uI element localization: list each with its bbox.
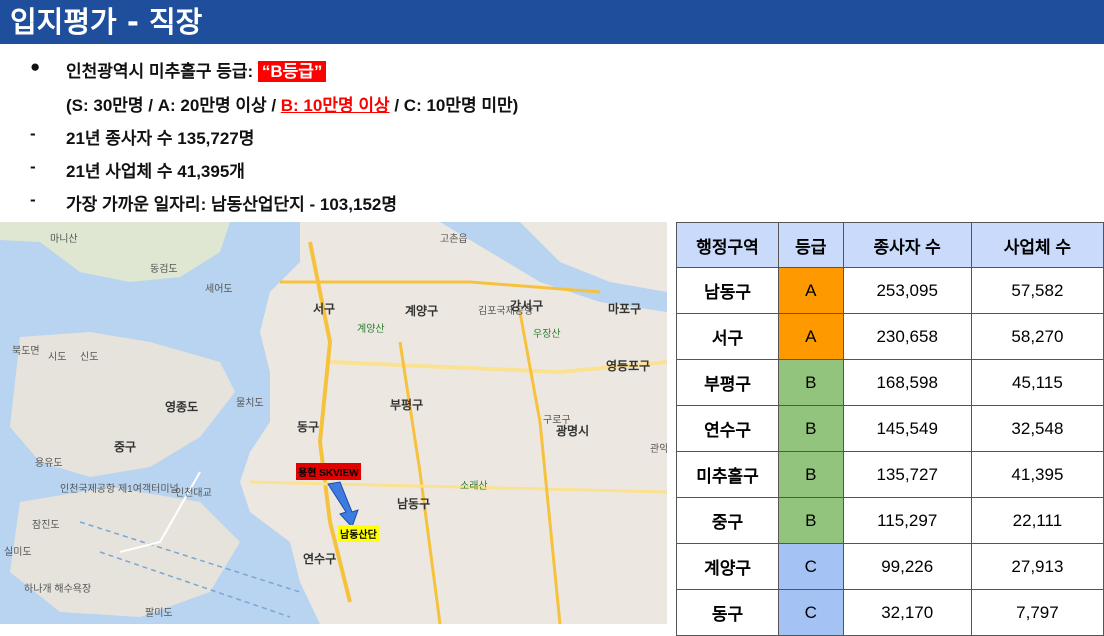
map-label: 영종도: [165, 400, 199, 414]
map-label: 광명시: [556, 424, 590, 438]
workers-cell: 168,598: [842, 359, 972, 406]
map-label: 남동구: [397, 497, 431, 511]
workers-cell: 253,095: [842, 267, 972, 314]
workers-cell: 99,226: [842, 543, 972, 590]
bullet-dot: ●: [30, 57, 41, 76]
map-label: 중구: [114, 440, 137, 454]
map-label: 강서구: [510, 299, 544, 313]
home-location-marker: 용현 SKVIEW: [296, 463, 361, 480]
region-cell: 계양구: [675, 543, 780, 590]
map-label: 연수구: [303, 552, 337, 566]
grade-cell: C: [778, 589, 844, 636]
map-label: 마포구: [608, 302, 642, 316]
table-row: 서구 A 230,658 58,270: [675, 313, 1104, 360]
map-label: 계양산: [357, 324, 385, 335]
grade-cell: B: [778, 405, 844, 452]
map-label: 인천대교: [175, 488, 212, 499]
firms-cell: 58,270: [970, 313, 1104, 360]
region-cell: 연수구: [675, 405, 780, 452]
table-row: 계양구 C 99,226 27,913: [675, 543, 1104, 590]
workers-cell: 230,658: [842, 313, 972, 360]
grade-prefix: 인천광역시 미추홀구 등급:: [66, 62, 258, 81]
grade-cell: B: [778, 359, 844, 406]
table-row: 연수구 B 145,549 32,548: [675, 405, 1104, 452]
grade-cell: B: [778, 497, 844, 544]
map-label: 관악: [650, 444, 667, 455]
map-label: 시도: [48, 352, 67, 363]
map-label: 계양구: [405, 304, 439, 318]
workers-cell: 32,170: [842, 589, 972, 636]
table-row: 부평구 B 168,598 45,115: [675, 359, 1104, 406]
firms-cell: 27,913: [970, 543, 1104, 590]
map-label: 하나개 해수욕장: [24, 584, 92, 595]
map-label: 동검도: [150, 264, 178, 275]
criteria-part: / C: 10만명 미만): [389, 96, 519, 115]
table-header-row: 행정구역 등급 종사자 수 사업체 수: [675, 222, 1104, 268]
map-label: 동구: [297, 420, 320, 434]
workers-cell: 135,727: [842, 451, 972, 498]
firms-cell: 22,111: [970, 497, 1104, 544]
workplace-marker: 남동산단: [338, 525, 379, 542]
region-cell: 중구: [675, 497, 780, 544]
bullet-dash: -: [30, 124, 36, 143]
map-label: 북도면: [12, 346, 40, 357]
col-header-firms: 사업체 수: [970, 222, 1104, 268]
col-header-workers: 종사자 수: [842, 222, 972, 268]
workers-cell: 115,297: [842, 497, 972, 544]
district-grade-table: 행정구역 등급 종사자 수 사업체 수 남동구 A 253,095 57,582 서구 A…: [675, 222, 1104, 636]
table-row: 미추홀구 B 135,727 41,395: [675, 451, 1104, 498]
map-label: 우장산: [533, 329, 561, 340]
table-row: 남동구 A 253,095 57,582: [675, 267, 1104, 314]
region-cell: 동구: [675, 589, 780, 636]
bullet-dash: -: [30, 157, 36, 176]
col-header-grade: 등급: [778, 222, 844, 268]
region-cell: 미추홀구: [675, 451, 780, 498]
table-row: 중구 B 115,297 22,111: [675, 497, 1104, 544]
firms-cell: 57,582: [970, 267, 1104, 314]
map-label: 신도: [80, 352, 99, 363]
region-cell: 서구: [675, 313, 780, 360]
firms-cell: 45,115: [970, 359, 1104, 406]
table-row: 동구 C 32,170 7,797: [675, 589, 1104, 636]
grade-cell: C: [778, 543, 844, 590]
map-label: 세어도: [205, 284, 233, 295]
col-header-region: 행정구역: [675, 222, 780, 268]
map-label: 마니산: [50, 234, 78, 245]
region-cell: 남동구: [675, 267, 780, 314]
firms-cell: 32,548: [970, 405, 1104, 452]
map-label: 고촌읍: [440, 234, 468, 245]
bullet-text: 21년 종사자 수 135,727명: [66, 129, 255, 148]
map-label: 소래산: [460, 481, 488, 492]
grade-cell: A: [778, 313, 844, 360]
grade-cell: A: [778, 267, 844, 314]
map-label: 영등포구: [606, 359, 651, 373]
bullet-text: 21년 사업체 수 41,395개: [66, 162, 245, 181]
map-label: 실미도: [4, 547, 32, 558]
firms-cell: 7,797: [970, 589, 1104, 636]
map-label: 용유도: [35, 458, 63, 469]
grade-cell: B: [778, 451, 844, 498]
firms-cell: 41,395: [970, 451, 1104, 498]
map-label: 팔미도: [145, 608, 173, 619]
bullet-text: 가장 가까운 일자리: 남동산업단지 - 103,152명: [66, 195, 397, 214]
location-map[interactable]: 마니산 동검도 세어도 서구 계양구 김포국제공항 강서구 마포구 영등포구 북…: [0, 222, 667, 624]
map-label: 서구: [313, 302, 336, 316]
bullet-dash: -: [30, 190, 36, 209]
page-title: 입지평가 - 직장: [10, 5, 203, 39]
map-label: 인천국제공항 제1여객터미널: [60, 484, 179, 495]
criteria-b: B: 10만명 이상: [280, 96, 390, 115]
region-cell: 부평구: [675, 359, 780, 406]
title-bar: 입지평가 - 직장: [0, 0, 1104, 44]
grade-highlight: “B등급”: [257, 61, 327, 82]
map-label: 물치도: [236, 398, 264, 409]
workers-cell: 145,549: [842, 405, 972, 452]
map-label: 잠진도: [32, 520, 60, 531]
map-label: 부평구: [390, 398, 424, 412]
criteria-part: (S: 30만명 / A: 20만명 이상 /: [66, 96, 281, 115]
